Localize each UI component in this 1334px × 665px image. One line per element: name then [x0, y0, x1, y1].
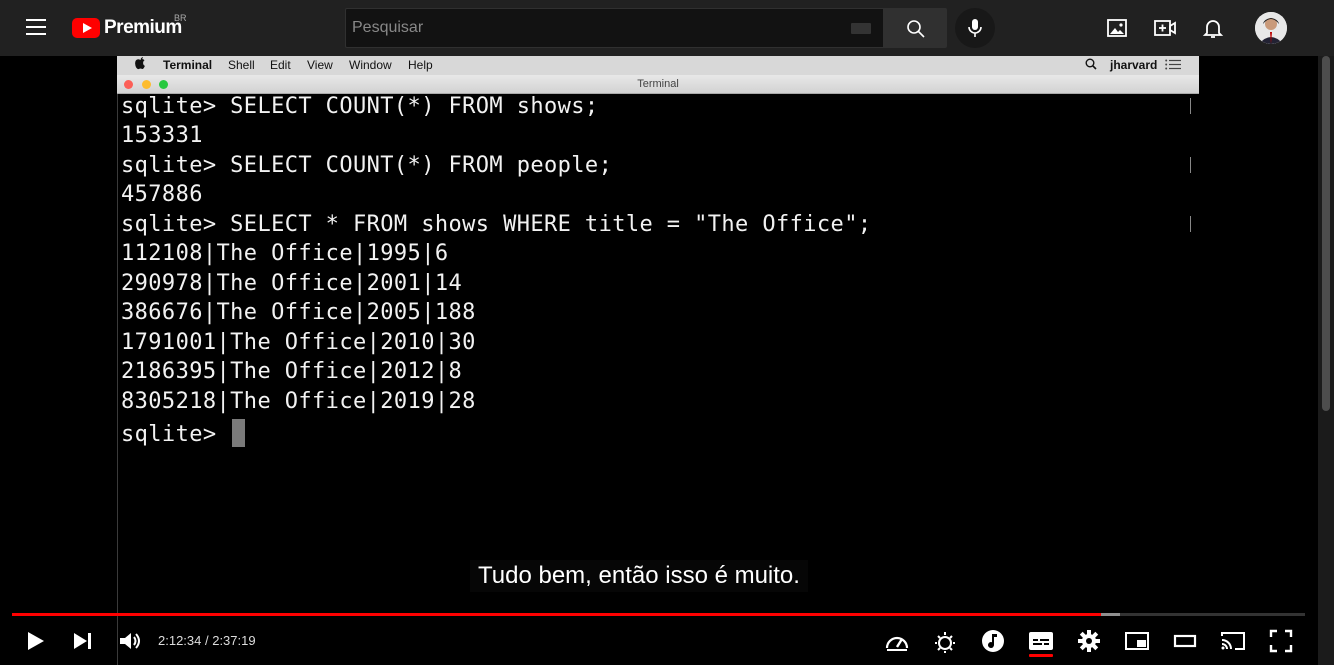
notification-center-icon[interactable]: [1165, 59, 1181, 73]
country-code: BR: [174, 13, 187, 23]
skip-next-icon: [74, 633, 91, 649]
terminal-prompt-line[interactable]: sqlite>: [121, 419, 246, 447]
apple-icon: [135, 57, 146, 73]
terminal-line: 2186395|The Office|2012|8: [121, 359, 463, 384]
progress-bar[interactable]: [12, 613, 1305, 616]
subtitles-active-indicator: [1029, 654, 1053, 657]
ambient-mode-icon[interactable]: [932, 628, 958, 654]
mac-user-name[interactable]: jharvard: [1110, 58, 1157, 72]
volume-icon: [120, 633, 140, 649]
mac-menu-bar: Terminal Shell Edit View Window Help jha…: [117, 56, 1199, 75]
caption-text: Tudo bem, então isso é muito.: [470, 560, 808, 592]
voice-search-button[interactable]: [955, 8, 995, 48]
cast-icon[interactable]: [1220, 628, 1246, 654]
speed-indicator-icon[interactable]: [884, 628, 910, 654]
microphone-icon: [968, 19, 982, 37]
music-note-icon[interactable]: [980, 628, 1006, 654]
terminal-line: sqlite> SELECT COUNT(*) FROM people;: [121, 153, 613, 178]
terminal-cursor: [232, 419, 246, 447]
search-input[interactable]: [352, 18, 832, 38]
subtitles-icon[interactable]: [1028, 628, 1054, 654]
terminal-mark: [1190, 157, 1191, 173]
terminal-line: 112108|The Office|1995|6: [121, 241, 449, 266]
keyboard-icon[interactable]: [851, 23, 871, 34]
youtube-logo-icon: [72, 18, 100, 38]
terminal-line: sqlite> SELECT COUNT(*) FROM shows;: [121, 94, 599, 119]
miniplayer-icon[interactable]: [1124, 628, 1150, 654]
mac-menu-terminal[interactable]: Terminal: [163, 58, 212, 72]
spotlight-search-icon[interactable]: [1085, 58, 1097, 73]
page-scrollbar[interactable]: [1318, 56, 1334, 665]
search-box: [345, 8, 884, 48]
play-icon: [28, 632, 44, 650]
terminal-line: 153331: [121, 123, 203, 148]
terminal-line: 8305218|The Office|2019|28: [121, 389, 476, 414]
terminal-prompt: sqlite>: [121, 422, 231, 447]
avatar[interactable]: [1255, 12, 1287, 44]
terminal-window-title: Terminal: [637, 78, 679, 90]
theater-mode-icon[interactable]: [1172, 628, 1198, 654]
settings-gear-icon[interactable]: [1076, 628, 1102, 654]
progress-played: [12, 613, 1101, 616]
fullscreen-icon[interactable]: [1268, 628, 1294, 654]
next-button[interactable]: [70, 628, 96, 654]
terminal-line: 290978|The Office|2001|14: [121, 271, 463, 296]
page-scrollbar-thumb[interactable]: [1322, 56, 1330, 411]
terminal-line: 457886: [121, 182, 203, 207]
mac-menu-edit[interactable]: Edit: [270, 58, 291, 72]
search-button[interactable]: [884, 8, 947, 48]
terminal-line: 386676|The Office|2005|188: [121, 300, 476, 325]
hamburger-menu-icon[interactable]: [20, 14, 52, 42]
terminal-line: sqlite> SELECT * FROM shows WHERE title …: [121, 212, 872, 237]
volume-button[interactable]: [117, 628, 143, 654]
mac-menu-shell[interactable]: Shell: [228, 58, 255, 72]
search-icon: [907, 20, 925, 38]
create-video-icon[interactable]: [1153, 16, 1177, 40]
notifications-bell-icon[interactable]: [1201, 16, 1225, 40]
youtube-premium-logo[interactable]: Premium: [72, 15, 182, 41]
logo-text: Premium: [104, 17, 182, 38]
mac-menu-window[interactable]: Window: [349, 58, 392, 72]
terminal-output: sqlite> SELECT COUNT(*) FROM shows; 1533…: [118, 94, 1199, 474]
time-display: 2:12:34 / 2:37:19: [158, 633, 256, 648]
play-button[interactable]: [22, 628, 48, 654]
terminal-mark: [1190, 216, 1191, 232]
mac-menu-view[interactable]: View: [307, 58, 333, 72]
image-icon[interactable]: [1105, 16, 1129, 40]
terminal-mark: [1190, 98, 1191, 114]
mac-menu-help[interactable]: Help: [408, 58, 433, 72]
terminal-title-bar: Terminal: [117, 75, 1199, 94]
top-bar: Premium BR: [0, 0, 1334, 56]
terminal-line: 1791001|The Office|2010|30: [121, 330, 476, 355]
